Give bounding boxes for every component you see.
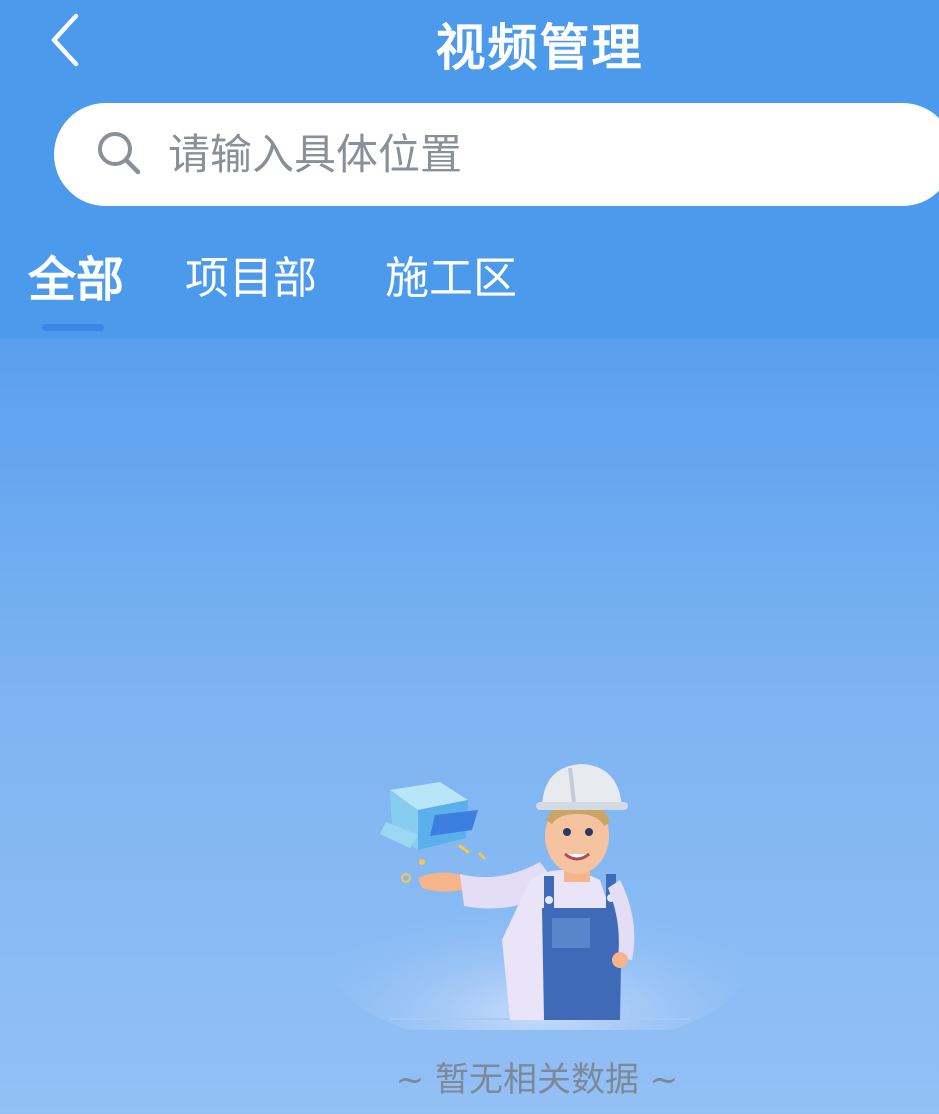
search-icon xyxy=(98,132,141,175)
tab-bar: 全部 项目部 施工区 xyxy=(0,240,939,338)
tab-all[interactable]: 全部 xyxy=(28,240,124,310)
page-title: 视频管理 xyxy=(435,19,644,77)
empty-state-message: ~ 暂无相关数据 ~ xyxy=(395,1060,679,1100)
tab-project-department[interactable]: 项目部 xyxy=(185,242,317,306)
box-icon xyxy=(380,782,478,850)
search-input[interactable] xyxy=(168,122,868,186)
worker-with-box-illustration xyxy=(330,764,750,1030)
active-tab-indicator xyxy=(42,324,104,331)
tab-construction-area[interactable]: 施工区 xyxy=(385,242,517,306)
